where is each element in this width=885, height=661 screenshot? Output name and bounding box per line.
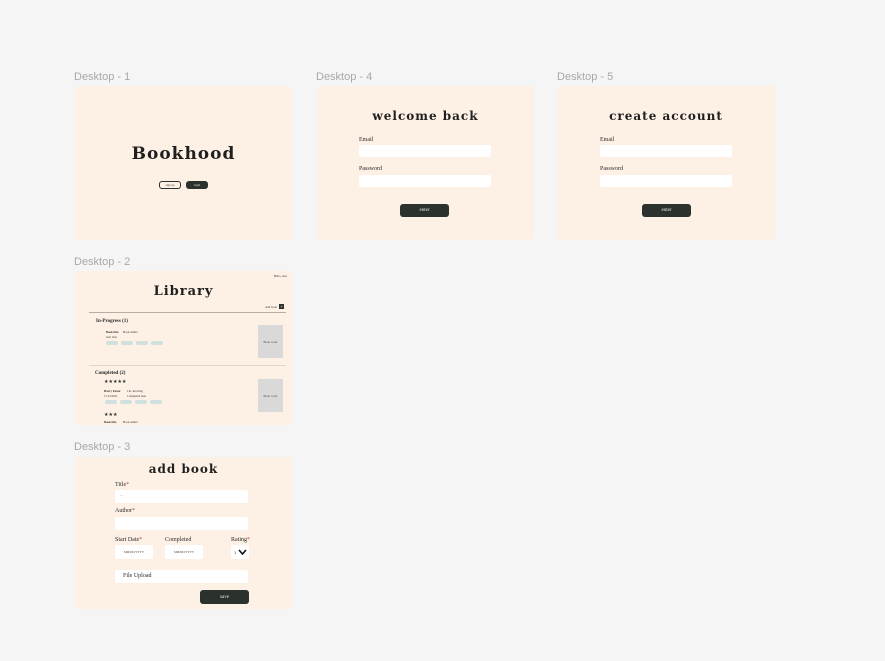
library-title: Library bbox=[153, 284, 214, 299]
book-cover[interactable]: Book cover bbox=[258, 379, 283, 412]
star-rating: ★★★★★ bbox=[104, 380, 127, 385]
book-title: Book title bbox=[106, 330, 119, 334]
password-field[interactable] bbox=[359, 175, 491, 187]
add-book-button[interactable]: Add book + bbox=[265, 304, 284, 309]
book-author: Book author bbox=[123, 420, 138, 424]
book-dates: 17/12/2021 bbox=[104, 394, 118, 398]
start-date-label: Start Date* bbox=[115, 537, 143, 543]
login-button[interactable]: login bbox=[186, 181, 208, 189]
book-completed-date: Completed date bbox=[127, 394, 146, 398]
frame-label-desktop-2: Desktop - 2 bbox=[74, 256, 131, 268]
enter-button[interactable]: enter bbox=[400, 204, 449, 217]
tag bbox=[151, 341, 163, 345]
frame-label-desktop-4: Desktop - 4 bbox=[316, 71, 373, 83]
email-field[interactable] bbox=[359, 145, 491, 157]
add-book-title: add book bbox=[148, 462, 219, 476]
enter-button[interactable]: enter bbox=[642, 204, 691, 217]
title-label: Title* bbox=[115, 482, 130, 488]
frame-desktop-4: welcome back Email Password enter bbox=[317, 86, 534, 240]
email-label: Email bbox=[600, 137, 615, 143]
login-title: welcome back bbox=[372, 109, 479, 123]
start-date-field[interactable]: MM/DD/YYYY bbox=[115, 545, 153, 559]
tag bbox=[121, 341, 133, 345]
frame-label-desktop-5: Desktop - 5 bbox=[557, 71, 614, 83]
frame-desktop-3: add book Title* ... Author* Start Date* … bbox=[75, 457, 292, 609]
frame-label-desktop-3: Desktop - 3 bbox=[74, 441, 131, 453]
plus-icon: + bbox=[279, 304, 284, 309]
tag bbox=[105, 400, 117, 404]
frame-desktop-1: Bookhood sign up login bbox=[75, 86, 292, 240]
app-title: Bookhood bbox=[131, 144, 236, 164]
rating-value: 1 bbox=[234, 549, 237, 555]
tag bbox=[135, 400, 147, 404]
email-field[interactable] bbox=[600, 145, 732, 157]
book-author: Book author bbox=[123, 330, 138, 334]
completed-heading: Completed (2) bbox=[95, 371, 126, 376]
tag bbox=[150, 400, 162, 404]
signup-button[interactable]: sign up bbox=[159, 181, 181, 189]
star-rating: ★★★ bbox=[104, 413, 118, 418]
in-progress-heading: In-Progress (1) bbox=[96, 319, 128, 324]
frame-desktop-2: Hello, user Library Add book + In-Progre… bbox=[75, 271, 292, 425]
password-label: Password bbox=[600, 166, 624, 172]
genre-tags bbox=[106, 341, 166, 345]
completed-label: Completed bbox=[165, 537, 192, 543]
add-book-label: Add book bbox=[265, 304, 277, 309]
book-title: Book title bbox=[104, 420, 117, 424]
section-divider bbox=[89, 365, 286, 366]
book-author: J.K. Rowling bbox=[127, 389, 143, 393]
password-label: Password bbox=[359, 166, 383, 172]
tag bbox=[120, 400, 132, 404]
title-field[interactable]: ... bbox=[115, 490, 248, 503]
book-cover[interactable]: Book cover bbox=[258, 325, 283, 358]
author-label: Author* bbox=[115, 508, 135, 514]
email-label: Email bbox=[359, 137, 374, 143]
save-button[interactable]: save bbox=[200, 590, 249, 604]
rating-select[interactable]: 1 bbox=[231, 545, 249, 559]
author-field[interactable] bbox=[115, 517, 248, 530]
completed-date-field[interactable]: MM/DD/YYYY bbox=[165, 545, 203, 559]
frame-label-desktop-1: Desktop - 1 bbox=[74, 71, 131, 83]
genre-tags bbox=[105, 400, 165, 404]
tag bbox=[136, 341, 148, 345]
chevron-down-icon bbox=[238, 549, 247, 555]
rating-label: Rating* bbox=[231, 537, 250, 543]
file-upload-field[interactable]: File Upload bbox=[115, 570, 248, 583]
tag bbox=[106, 341, 118, 345]
book-title: Harry Potter bbox=[104, 389, 121, 393]
user-greeting-link[interactable]: Hello, user bbox=[274, 274, 287, 278]
library-divider bbox=[89, 312, 286, 313]
frame-desktop-5: create account Email Password enter bbox=[557, 86, 775, 240]
book-start-date: start date bbox=[106, 335, 117, 339]
signup-title: create account bbox=[609, 109, 723, 123]
password-field[interactable] bbox=[600, 175, 732, 187]
